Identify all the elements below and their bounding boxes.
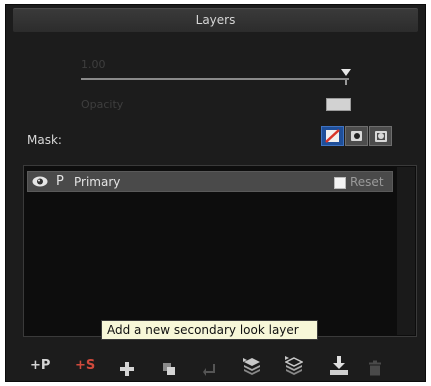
add-primary-layer-button[interactable]: +P <box>30 358 50 382</box>
download-icon[interactable] <box>329 354 349 378</box>
trash-icon[interactable] <box>369 356 381 380</box>
reset-label: Reset <box>350 175 384 189</box>
mask-ellipse-button[interactable] <box>345 126 368 146</box>
opacity-slider-track[interactable] <box>81 78 349 80</box>
layers-list: P Primary Reset <box>23 165 417 337</box>
layer-name-label: Primary <box>74 175 121 189</box>
opacity-label: Opacity <box>81 98 124 111</box>
layer-row-primary[interactable]: P Primary Reset <box>27 171 393 192</box>
ellipse-mask-icon <box>351 131 362 141</box>
tooltip: Add a new secondary look layer <box>101 320 318 340</box>
mask-inverse-button[interactable] <box>369 126 392 146</box>
opacity-value: 1.00 <box>81 58 106 71</box>
inverse-mask-icon <box>375 131 387 142</box>
panel-title-bar: Layers <box>13 8 418 32</box>
opacity-slider-thumb[interactable] <box>341 69 351 76</box>
merge-down-icon[interactable] <box>203 358 217 382</box>
layer-type-label: P <box>56 174 64 189</box>
no-mask-icon <box>325 129 340 143</box>
add-secondary-layer-button[interactable]: +S <box>75 358 95 382</box>
flatten-layers-icon[interactable] <box>285 354 303 378</box>
mask-label: Mask: <box>27 133 62 147</box>
reset-checkbox[interactable] <box>334 177 346 189</box>
panel-title: Layers <box>195 13 236 27</box>
add-icon[interactable] <box>120 357 134 381</box>
layers-toolbar: +P +S <box>23 352 417 380</box>
layers-scrollbar[interactable] <box>397 167 415 335</box>
mask-none-button[interactable] <box>321 126 344 146</box>
opacity-color-swatch[interactable] <box>326 98 351 111</box>
opacity-slider-tick <box>345 80 347 85</box>
layers-stack-icon[interactable] <box>243 354 261 378</box>
duplicate-layer-icon[interactable] <box>162 357 176 381</box>
eye-icon[interactable] <box>32 176 48 187</box>
